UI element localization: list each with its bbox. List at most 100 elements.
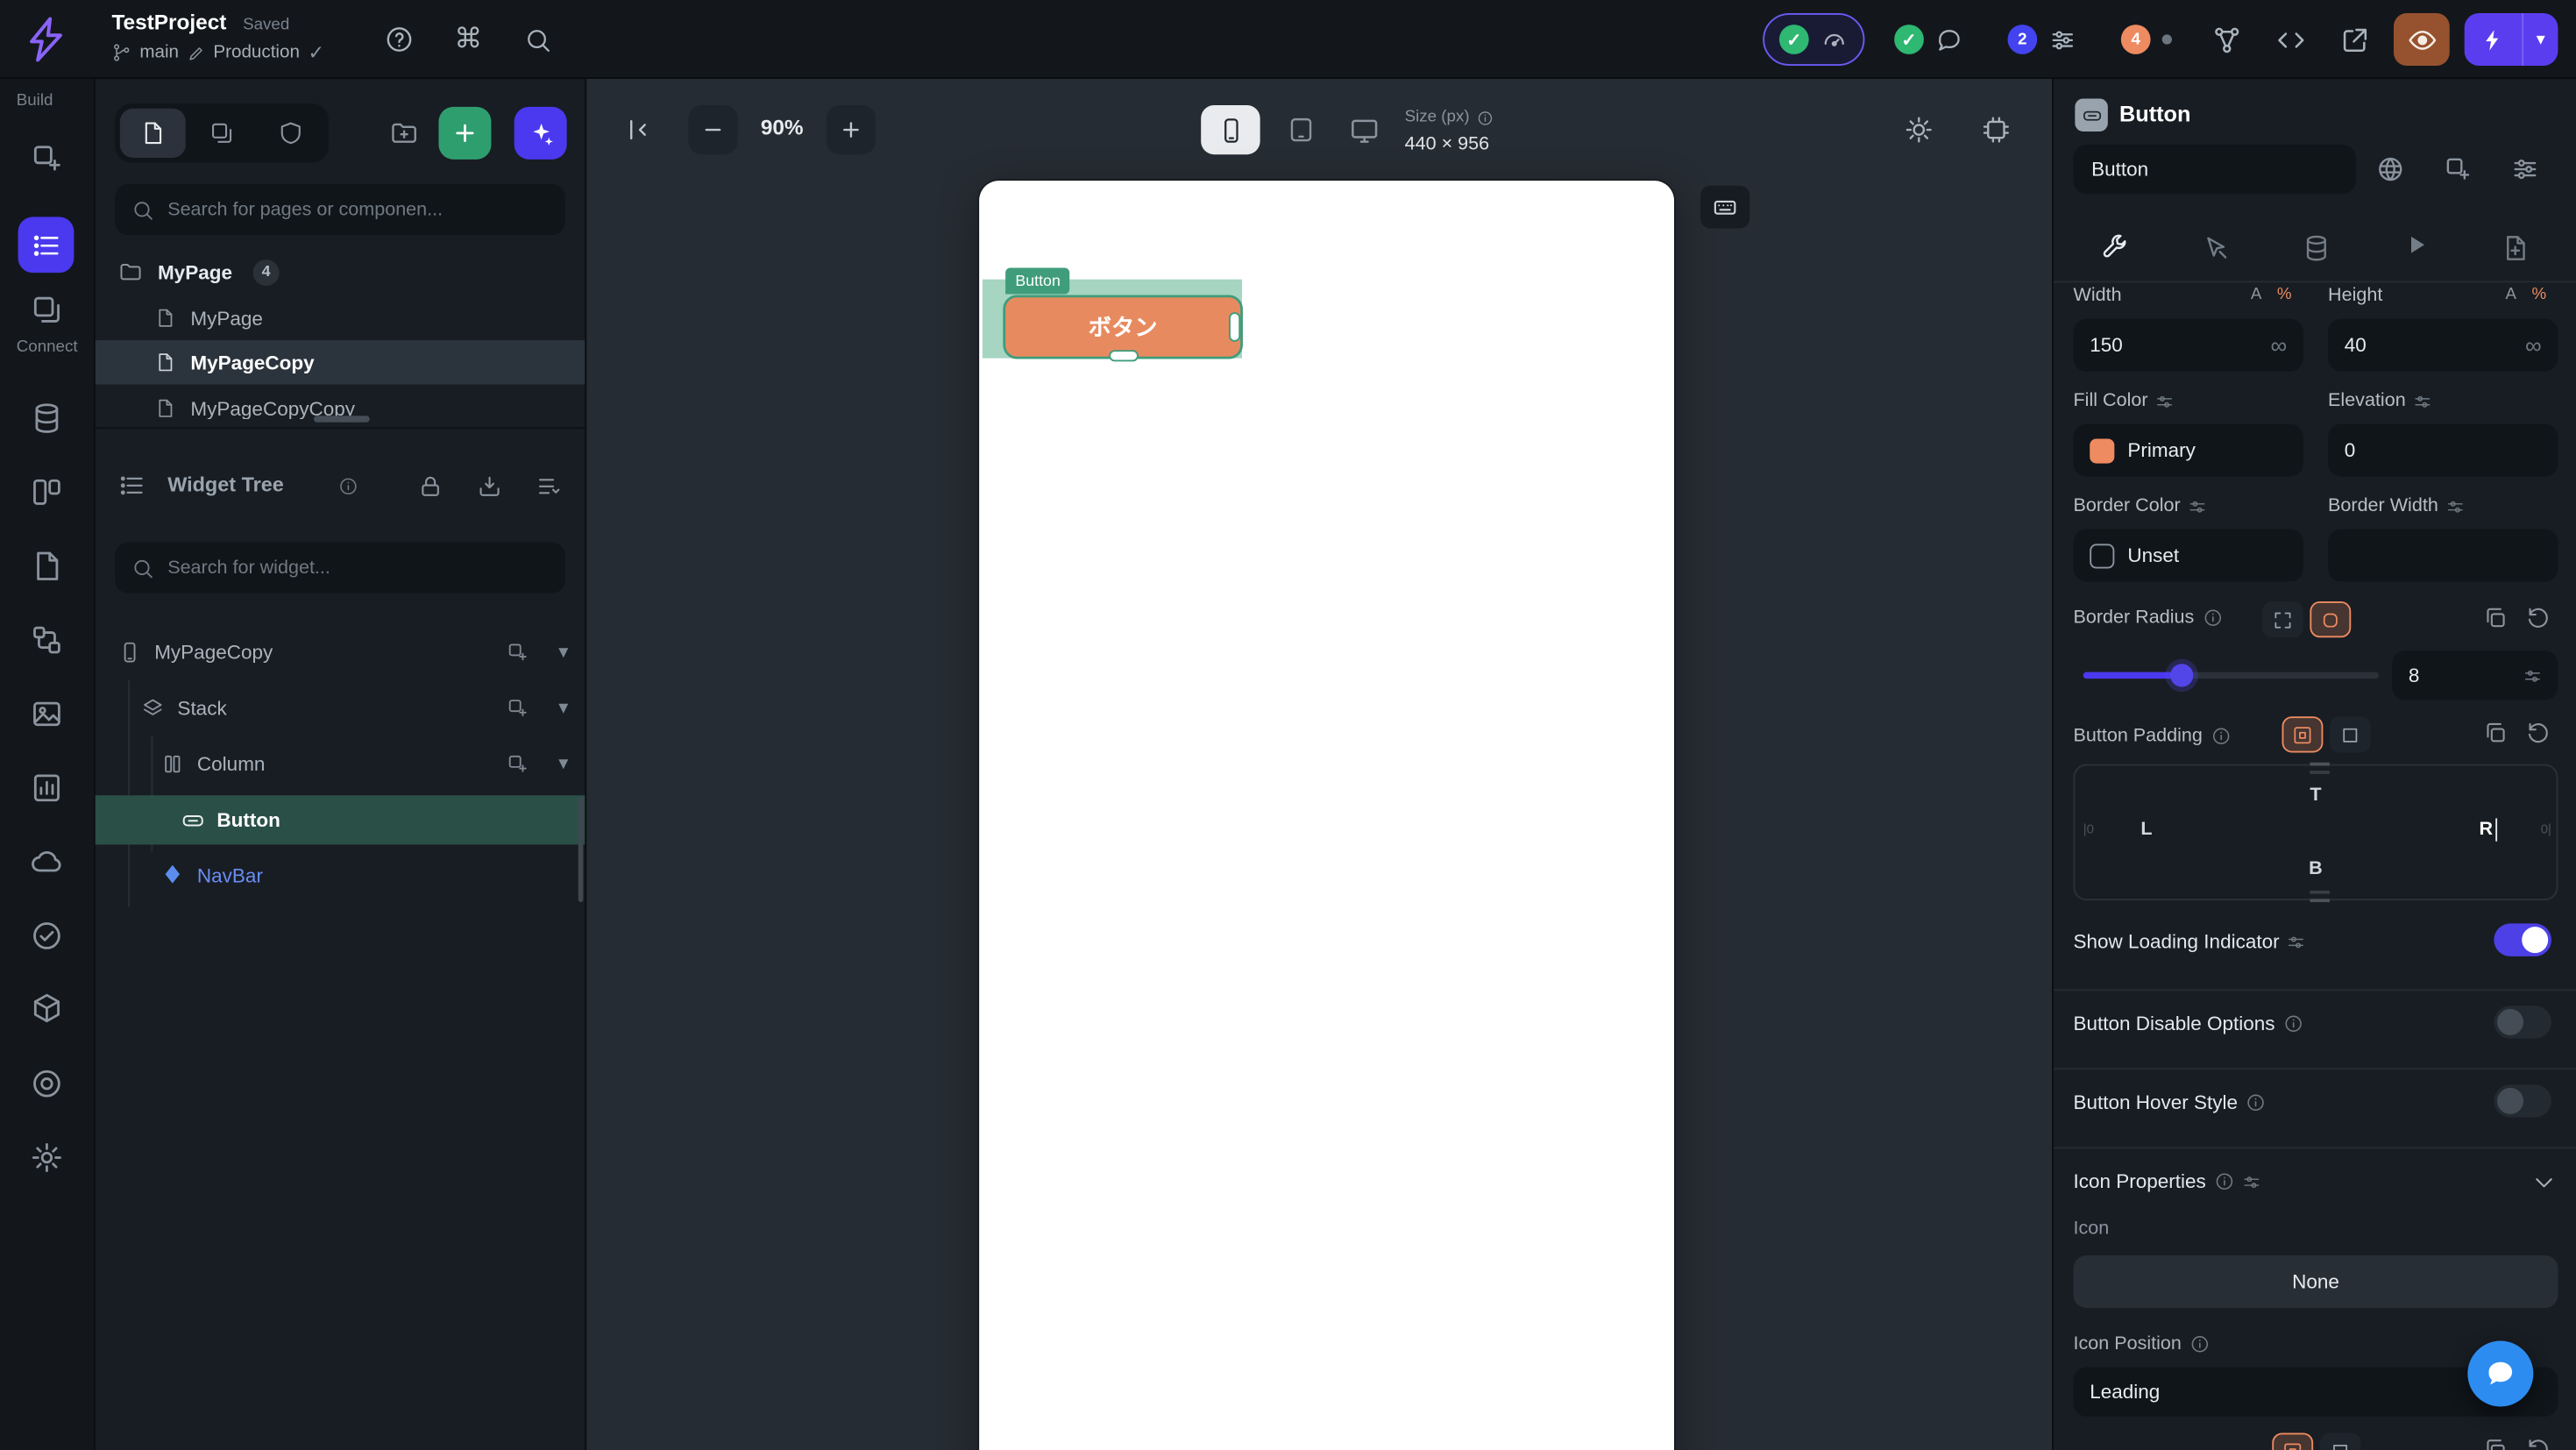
database-icon[interactable] bbox=[30, 401, 64, 435]
pages-tab[interactable] bbox=[120, 109, 186, 158]
add-page-button[interactable] bbox=[438, 107, 491, 160]
reports-icon[interactable] bbox=[30, 771, 64, 805]
keyboard-shortcuts-chip[interactable] bbox=[1700, 186, 1749, 229]
radius-all-corners-button[interactable] bbox=[2310, 601, 2351, 637]
set-from-variable-icon[interactable] bbox=[2446, 497, 2465, 515]
page-templates-icon[interactable] bbox=[30, 293, 64, 327]
environment-name[interactable]: Production bbox=[213, 43, 300, 62]
border-radius-input[interactable]: 8 bbox=[2392, 650, 2558, 700]
branding-icon[interactable] bbox=[30, 1066, 64, 1100]
icon-picker-button[interactable]: None bbox=[2073, 1255, 2558, 1308]
device-tablet-button[interactable] bbox=[1276, 105, 1325, 154]
add-child-widget-icon[interactable] bbox=[506, 641, 529, 664]
add-child-widget-icon[interactable] bbox=[506, 697, 529, 720]
info-icon[interactable] bbox=[2203, 608, 2222, 628]
tab-animations-icon[interactable] bbox=[2402, 231, 2429, 265]
lock-canvas-icon[interactable] bbox=[417, 473, 444, 500]
tab-docs-icon[interactable] bbox=[2501, 233, 2530, 263]
tree-scrollbar[interactable] bbox=[578, 797, 584, 902]
run-options-chevron[interactable]: ▼ bbox=[2522, 13, 2558, 66]
resize-handle-bottom[interactable] bbox=[1109, 350, 1139, 361]
status-pill-warnings[interactable]: 4 bbox=[2106, 13, 2187, 66]
panel-resize-handle[interactable] bbox=[314, 416, 370, 422]
tab-backend-icon[interactable] bbox=[2302, 233, 2331, 263]
node-menu-caret[interactable]: ▼ bbox=[556, 700, 572, 718]
padding-symmetric-button[interactable] bbox=[2282, 716, 2324, 752]
open-preview-icon[interactable] bbox=[2330, 15, 2379, 64]
info-icon[interactable] bbox=[2211, 726, 2230, 745]
widget-tree-nav-selected[interactable] bbox=[18, 217, 75, 273]
device-desktop-button[interactable] bbox=[1339, 105, 1388, 154]
run-bolt-button[interactable] bbox=[2465, 13, 2523, 66]
ai-generate-button[interactable] bbox=[514, 107, 567, 160]
padding-per-side-button[interactable] bbox=[2330, 716, 2371, 752]
radius-slider-track[interactable] bbox=[2083, 672, 2379, 679]
status-pill-issues[interactable]: 2 bbox=[1993, 13, 2091, 66]
reset-value-icon[interactable] bbox=[2525, 720, 2555, 750]
set-from-variable-icon[interactable] bbox=[2414, 392, 2432, 410]
status-pill-comments[interactable]: ✓ bbox=[1879, 13, 1977, 66]
save-as-component-icon[interactable] bbox=[2443, 154, 2473, 184]
set-from-variable-icon[interactable] bbox=[2189, 497, 2207, 515]
width-unit-px-icon[interactable]: % bbox=[2277, 286, 2292, 304]
padding-left-field[interactable]: L bbox=[2140, 820, 2152, 839]
integrations-icon[interactable] bbox=[2202, 15, 2251, 64]
add-child-widget-icon[interactable] bbox=[506, 752, 529, 775]
command-menu-button[interactable]: ⌘ bbox=[444, 15, 493, 64]
add-folder-button[interactable] bbox=[378, 107, 430, 160]
icon-padding-symmetric-button[interactable] bbox=[2272, 1432, 2313, 1450]
padding-tick-top[interactable] bbox=[2310, 763, 2329, 766]
reset-value-icon[interactable] bbox=[2525, 1436, 2555, 1450]
theme-brightness-icon[interactable] bbox=[1894, 105, 1943, 154]
settings-gear-icon[interactable] bbox=[30, 1141, 64, 1175]
info-icon[interactable] bbox=[2246, 1092, 2265, 1112]
tree-options-icon[interactable] bbox=[536, 473, 562, 500]
layout-cards-icon[interactable] bbox=[30, 475, 64, 509]
copy-value-icon[interactable] bbox=[2482, 720, 2512, 750]
canvas-settings-icon[interactable] bbox=[1971, 105, 2020, 154]
device-phone-button[interactable] bbox=[1201, 105, 1260, 154]
zoom-out-button[interactable] bbox=[688, 105, 737, 154]
tree-node-page[interactable]: MyPageCopy ▼ bbox=[96, 628, 585, 677]
edit-environment-icon[interactable] bbox=[187, 44, 205, 62]
set-from-variable-icon[interactable] bbox=[2523, 666, 2542, 685]
copy-value-icon[interactable] bbox=[2482, 1436, 2512, 1450]
checks-icon[interactable] bbox=[30, 919, 64, 953]
help-button[interactable] bbox=[374, 15, 423, 64]
pages-search-input[interactable] bbox=[167, 200, 549, 219]
padding-bottom-field[interactable]: B bbox=[2075, 859, 2556, 878]
widget-name-input[interactable] bbox=[2073, 145, 2355, 194]
node-menu-caret[interactable]: ▼ bbox=[556, 755, 572, 773]
media-assets-icon[interactable] bbox=[30, 697, 64, 731]
flutterflow-logo[interactable] bbox=[21, 15, 70, 64]
radius-per-corner-button[interactable] bbox=[2262, 601, 2303, 637]
theme-widgets-tab[interactable] bbox=[258, 109, 323, 158]
info-icon[interactable] bbox=[338, 477, 358, 496]
border-width-input[interactable] bbox=[2328, 530, 2558, 582]
documents-icon[interactable] bbox=[30, 549, 64, 583]
height-unit-auto-icon[interactable]: A bbox=[2505, 286, 2516, 304]
fill-color-input[interactable]: Primary bbox=[2073, 424, 2303, 477]
zoom-level[interactable]: 90% bbox=[744, 115, 820, 139]
add-widget-icon[interactable] bbox=[30, 141, 64, 175]
import-widget-icon[interactable] bbox=[477, 473, 503, 500]
info-icon[interactable] bbox=[2214, 1171, 2233, 1191]
infinity-icon[interactable]: ∞ bbox=[2525, 334, 2542, 357]
radius-slider-knob[interactable] bbox=[2170, 664, 2193, 686]
height-unit-px-icon[interactable]: % bbox=[2531, 286, 2546, 304]
resize-handle-right[interactable] bbox=[1229, 312, 1240, 342]
filter-props-icon[interactable] bbox=[2510, 154, 2540, 184]
disable-options-toggle[interactable] bbox=[2494, 1006, 2551, 1038]
tab-actions-icon[interactable] bbox=[2201, 233, 2231, 263]
status-pill-tests[interactable]: ✓ bbox=[1763, 13, 1864, 66]
infinity-icon[interactable]: ∞ bbox=[2270, 334, 2287, 357]
padding-tick-bottom[interactable] bbox=[2310, 899, 2329, 902]
node-menu-caret[interactable]: ▼ bbox=[556, 643, 572, 662]
phone-mockup[interactable]: Button ボタン bbox=[979, 181, 1674, 1450]
page-row-selected[interactable]: MyPageCopy bbox=[96, 340, 585, 385]
collapse-panel-icon[interactable] bbox=[613, 105, 662, 154]
search-button[interactable] bbox=[513, 15, 562, 64]
tree-node-navbar[interactable]: NavBar bbox=[96, 851, 585, 900]
info-icon[interactable] bbox=[2283, 1014, 2303, 1034]
package-icon[interactable] bbox=[30, 991, 64, 1025]
